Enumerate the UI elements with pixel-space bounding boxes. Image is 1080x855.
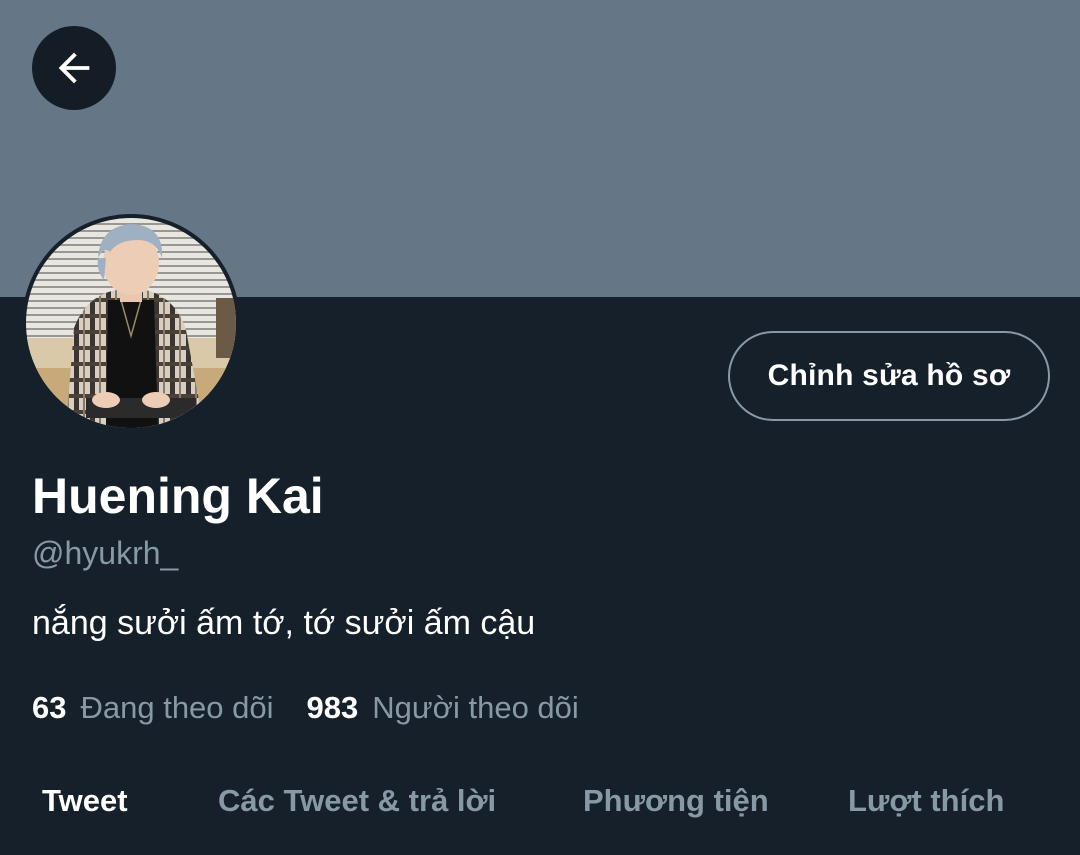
user-handle: @hyukrh_	[32, 535, 179, 571]
following-label: Đang theo dõi	[80, 690, 274, 725]
followers-label: Người theo dõi	[372, 690, 579, 725]
tab-media[interactable]: Phương tiện	[583, 775, 769, 827]
edit-profile-button[interactable]: Chỉnh sửa hồ sơ	[728, 331, 1050, 421]
arrow-left-icon	[58, 52, 90, 84]
following-count: 63	[32, 690, 67, 725]
tab-likes[interactable]: Lượt thích	[848, 775, 1004, 827]
following-stat[interactable]: 63 Đang theo dõi	[32, 688, 274, 728]
back-button[interactable]	[32, 26, 116, 110]
tab-tweets[interactable]: Tweet	[42, 775, 128, 827]
profile-bio: nắng sưởi ấm tớ, tớ sưởi ấm cậu	[32, 604, 536, 642]
followers-stat[interactable]: 983 Người theo dõi	[307, 688, 579, 728]
profile-tabs: Tweet Các Tweet & trả lời Phương tiện Lư…	[0, 775, 1080, 835]
follow-stats: 63 Đang theo dõi 983 Người theo dõi	[32, 688, 579, 728]
followers-count: 983	[306, 690, 359, 725]
tab-tweets-and-replies[interactable]: Các Tweet & trả lời	[218, 775, 496, 827]
display-name: Huening Kai	[32, 468, 324, 524]
avatar[interactable]	[22, 214, 240, 432]
profile-photo	[26, 218, 236, 428]
